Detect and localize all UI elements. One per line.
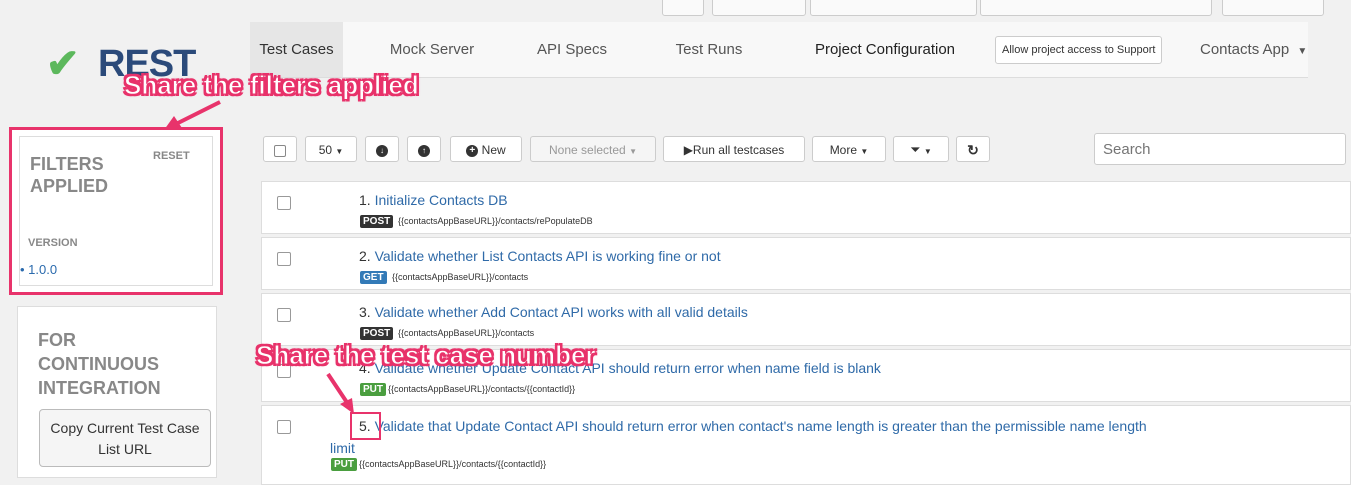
ci-title-text: FOR CONTINUOUS INTEGRATION xyxy=(38,330,161,398)
top-button[interactable] xyxy=(810,0,977,16)
testcase-title[interactable]: 1. Initialize Contacts DB xyxy=(359,192,508,208)
testcase-title[interactable]: 3. Validate whether Add Contact API work… xyxy=(359,304,748,320)
caret-down-icon: ▼ xyxy=(860,147,869,156)
testcase-title-text: Validate that Update Contact API should … xyxy=(374,418,1147,434)
testcase-url: {{contactsAppBaseURL}}/contacts/{{contac… xyxy=(359,459,547,469)
testcase-title-text: Initialize Contacts DB xyxy=(374,192,508,208)
annotation-test-case-number: Share the test case number xyxy=(256,340,597,371)
selection-label: None selected xyxy=(549,143,626,157)
filters-title: FILTERS APPLIED xyxy=(30,154,109,196)
app-selector-label: Contacts App xyxy=(1200,41,1290,58)
tab-api-specs[interactable]: API Specs xyxy=(522,22,622,77)
testcase-title-text: Validate whether Add Contact API works w… xyxy=(374,304,748,320)
top-button[interactable] xyxy=(1222,0,1324,16)
version-label: VERSION xyxy=(28,237,78,249)
new-testcase-button[interactable]: + New xyxy=(450,136,522,162)
more-label: More xyxy=(829,143,858,157)
testcase-number: 3. xyxy=(359,304,371,320)
ci-title: FOR CONTINUOUS INTEGRATION xyxy=(38,328,188,400)
caret-down-icon: ▼ xyxy=(923,147,932,156)
row-checkbox[interactable] xyxy=(277,420,291,434)
tab-test-runs[interactable]: Test Runs xyxy=(654,22,764,77)
arrow-down-circle-icon: ↓ xyxy=(376,144,388,157)
testcase-row[interactable]: 3. Validate whether Add Contact API work… xyxy=(261,293,1351,346)
top-button[interactable] xyxy=(662,0,704,16)
testcase-title[interactable]: 5. Validate that Update Contact API shou… xyxy=(359,416,1319,436)
testcase-row[interactable]: 5. Validate that Update Contact API shou… xyxy=(261,405,1351,485)
page-size-value: 50 xyxy=(318,143,333,157)
row-checkbox[interactable] xyxy=(277,308,291,322)
method-badge: PUT xyxy=(360,383,386,396)
method-badge: POST xyxy=(360,215,394,228)
run-all-label: Run all testcases xyxy=(692,143,785,157)
row-checkbox[interactable] xyxy=(277,252,291,266)
refresh-icon: ↻ xyxy=(967,142,979,158)
page-size-dropdown[interactable]: 50 ▼ xyxy=(305,136,357,162)
method-badge: GET xyxy=(360,271,387,284)
testcase-title-text: Validate whether List Contacts API is wo… xyxy=(374,248,721,264)
caret-down-icon: ▼ xyxy=(1297,46,1308,57)
arrow-up-circle-icon: ↑ xyxy=(418,144,430,157)
version-value: 1.0.0 xyxy=(28,262,58,277)
checkmark-icon: ✔ xyxy=(46,42,80,86)
move-up-button[interactable]: ↑ xyxy=(407,136,441,162)
tab-project-configuration[interactable]: Project Configuration xyxy=(790,22,980,77)
testcase-url: {{contactsAppBaseURL}}/contacts/rePopula… xyxy=(398,216,593,226)
filter-icon: ⏷ xyxy=(910,142,921,157)
top-button[interactable] xyxy=(980,0,1212,16)
copy-test-case-list-url-button[interactable]: Copy Current Test Case List URL xyxy=(39,409,211,467)
filter-dropdown[interactable]: ⏷ ▼ xyxy=(893,136,949,162)
testcase-title-wrap[interactable]: limit xyxy=(330,440,355,456)
testcase-title[interactable]: 2. Validate whether List Contacts API is… xyxy=(359,248,721,264)
testcase-url: {{contactsAppBaseURL}}/contacts xyxy=(392,272,529,282)
refresh-button[interactable]: ↻ xyxy=(956,136,990,162)
caret-down-icon: ▼ xyxy=(629,147,637,156)
method-badge: POST xyxy=(360,327,394,340)
checkbox-icon xyxy=(274,144,286,157)
testcase-url: {{contactsAppBaseURL}}/contacts xyxy=(398,328,535,338)
allow-support-access-button[interactable]: Allow project access to Support xyxy=(995,36,1163,64)
search-input[interactable] xyxy=(1094,133,1346,165)
tab-test-cases[interactable]: Test Cases xyxy=(250,22,343,77)
row-checkbox[interactable] xyxy=(277,196,291,210)
method-badge: PUT xyxy=(331,458,357,471)
select-all-checkbox-button[interactable] xyxy=(263,136,297,162)
run-all-testcases-button[interactable]: ▶Run all testcases xyxy=(663,136,805,162)
testcase-row[interactable]: 2. Validate whether List Contacts API is… xyxy=(261,237,1351,290)
plus-circle-icon: + xyxy=(466,144,479,157)
play-icon: ▶ xyxy=(683,143,693,157)
caret-down-icon: ▼ xyxy=(335,147,344,156)
more-dropdown[interactable]: More ▼ xyxy=(812,136,886,162)
tab-mock-server[interactable]: Mock Server xyxy=(372,22,492,77)
version-filter-value[interactable]: • 1.0.0 xyxy=(20,262,57,277)
new-label: New xyxy=(481,143,506,157)
testcase-number: 1. xyxy=(359,192,371,208)
testcase-number: 2. xyxy=(359,248,371,264)
top-button-strip xyxy=(0,0,1351,16)
testcase-url: {{contactsAppBaseURL}}/contacts/{{contac… xyxy=(388,384,576,394)
annotation-arrow-icon xyxy=(326,372,354,414)
move-down-button[interactable]: ↓ xyxy=(365,136,399,162)
top-button[interactable] xyxy=(712,0,806,16)
reset-filters-link[interactable]: RESET xyxy=(153,150,190,162)
testcase-row[interactable]: 1. Initialize Contacts DB POST {{contact… xyxy=(261,181,1351,234)
selection-dropdown[interactable]: None selected ▼ xyxy=(530,136,656,162)
app-selector[interactable]: Contacts App ▼ xyxy=(1200,22,1307,77)
highlight-box xyxy=(350,412,381,440)
